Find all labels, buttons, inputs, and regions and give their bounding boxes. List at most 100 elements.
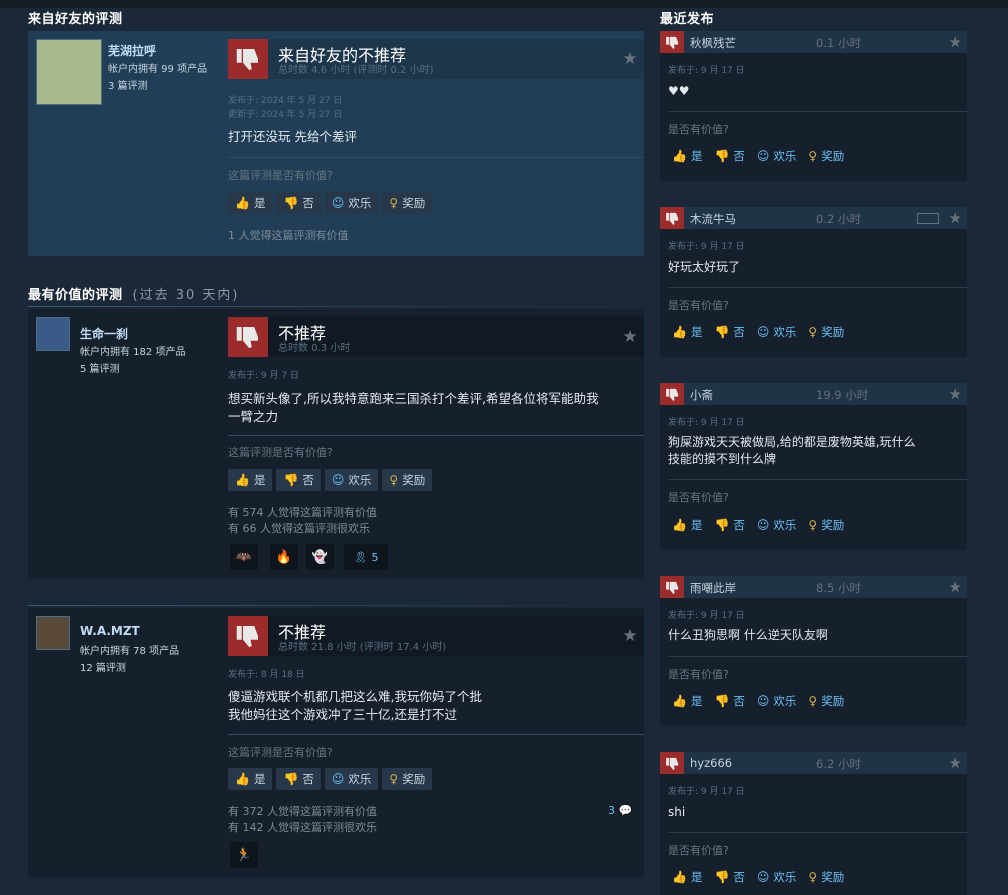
helpful-question: 是否有价值? — [668, 299, 729, 312]
award-icon: ♀ — [389, 473, 399, 487]
verdict-header[interactable]: 不推荐 总时数 0.3 小时 ★ — [228, 317, 644, 357]
author-reviews[interactable]: 3 篇评测 — [108, 78, 148, 95]
playtime: 0.1 小时 — [816, 36, 861, 50]
award-badge-icon[interactable]: 🦇 — [230, 544, 258, 570]
verdict-header[interactable]: 不推荐 总时数 21.8 小时 (评测时 17.4 小时) ★ — [228, 616, 644, 656]
vote-yes-button[interactable]: 👍 是 — [228, 192, 273, 214]
vote-buttons: 👍 是 👎 否 ☺ 欢乐 ♀ 奖励 — [668, 690, 848, 712]
star-icon[interactable]: ★ — [949, 754, 962, 772]
vote-yes-button[interactable]: 👍 是 — [668, 690, 706, 712]
star-icon[interactable]: ★ — [949, 33, 962, 51]
award-button[interactable]: ♀ 奖励 — [804, 866, 848, 888]
playtime: 总时数 4.6 小时 (评测时 0.2 小时) — [278, 65, 434, 76]
recent-review-header[interactable]: 小斋 19.9 小时 ★ — [660, 383, 967, 405]
author-name[interactable]: 秋枫残芒 — [690, 35, 736, 51]
avatar[interactable] — [36, 39, 102, 105]
author-name[interactable]: hyz666 — [690, 756, 732, 770]
author-reviews[interactable]: 12 篇评测 — [80, 660, 126, 677]
award-badge-icon[interactable]: 👻 — [306, 544, 334, 570]
vote-funny-button[interactable]: ☺ 欢乐 — [753, 690, 801, 712]
vote-no-button[interactable]: 👎 否 — [710, 514, 748, 536]
award-badge-icon[interactable]: 🔥 — [270, 544, 298, 570]
recent-review-card: 秋枫残芒 0.1 小时 ★ 发布于: 9 月 17 日 ♥♥ 是否有价值? 👍 是… — [660, 31, 967, 181]
award-icon: ♀ — [808, 325, 818, 339]
comment-count: 3 — [608, 804, 615, 817]
helpful-count: 有 372 人觉得这篇评测有价值有 142 人觉得这篇评测很欢乐 — [228, 804, 377, 836]
vote-funny-button[interactable]: ☺ 欢乐 — [753, 514, 801, 536]
verdict-header[interactable]: 来自好友的不推荐 总时数 4.6 小时 (评测时 0.2 小时) ★ — [228, 39, 644, 79]
author-name[interactable]: W.A.MZT — [80, 624, 140, 638]
star-icon[interactable]: ★ — [622, 628, 638, 645]
award-button[interactable]: ♀ 奖励 — [804, 145, 848, 167]
award-label: 奖励 — [821, 694, 845, 708]
award-count-badge[interactable]: 🎗 5 — [344, 544, 388, 570]
avatar[interactable] — [36, 317, 70, 351]
vote-yes-button[interactable]: 👍 是 — [228, 768, 273, 790]
posted-date: 发布于: 9 月 17 日 — [668, 418, 745, 428]
award-button[interactable]: ♀ 奖励 — [804, 514, 848, 536]
thumbs-down-icon: 👎 — [714, 325, 730, 339]
vote-funny-button[interactable]: ☺ 欢乐 — [753, 145, 801, 167]
award-label: 奖励 — [821, 518, 845, 532]
vote-no-button[interactable]: 👎 否 — [710, 145, 748, 167]
recent-review-header[interactable]: 秋枫残芒 0.1 小时 ★ — [660, 31, 967, 53]
vote-no-button[interactable]: 👎 否 — [276, 469, 321, 491]
thumbs-up-icon: 👍 — [235, 772, 250, 786]
award-label: 奖励 — [402, 473, 426, 487]
star-icon[interactable]: ★ — [949, 385, 962, 403]
author-name[interactable]: 芜湖拉呼 — [108, 42, 156, 59]
vote-funny-button[interactable]: ☺ 欢乐 — [324, 768, 379, 790]
vote-no-button[interactable]: 👎 否 — [276, 192, 321, 214]
vote-no-button[interactable]: 👎 否 — [710, 321, 748, 343]
author-products[interactable]: 帐户内拥有 99 项产品 — [108, 61, 207, 78]
thumbs-down-icon: 👎 — [714, 870, 730, 884]
author-reviews[interactable]: 5 篇评测 — [80, 361, 120, 378]
award-button[interactable]: ♀ 奖励 — [382, 768, 433, 790]
vote-no-button[interactable]: 👎 否 — [710, 866, 748, 888]
author-name[interactable]: 生命一刹 — [80, 325, 128, 342]
posted-date: 发布于: 9 月 17 日 — [668, 787, 745, 797]
vote-yes-button[interactable]: 👍 是 — [668, 145, 706, 167]
playtime: 19.9 小时 — [816, 388, 869, 402]
vote-funny-button[interactable]: ☺ 欢乐 — [324, 469, 379, 491]
award-button[interactable]: ♀ 奖励 — [804, 690, 848, 712]
star-icon[interactable]: ★ — [949, 209, 962, 227]
award-button[interactable]: ♀ 奖励 — [804, 321, 848, 343]
author-name[interactable]: 雨嘲此岸 — [690, 580, 736, 596]
comments-link[interactable]: 3 💬 — [608, 804, 632, 817]
thumbs-down-icon: 👎 — [283, 772, 299, 786]
helpful-question: 是否有价值? — [668, 491, 729, 504]
recent-review-header[interactable]: 木流牛马 0.2 小时 ★ — [660, 207, 967, 229]
author-products[interactable]: 帐户内拥有 182 项产品 — [80, 344, 185, 361]
playtime: 6.2 小时 — [816, 757, 861, 771]
star-icon[interactable]: ★ — [949, 578, 962, 596]
helpful-review-card: W.A.MZT 帐户内拥有 78 项产品 12 篇评测 不推荐 总时数 21.8… — [28, 608, 644, 878]
vote-no-button[interactable]: 👎 否 — [276, 768, 321, 790]
author-products[interactable]: 帐户内拥有 78 项产品 — [80, 643, 179, 660]
helpful-line: 有 372 人觉得这篇评测有价值 — [228, 805, 377, 818]
author-name[interactable]: 木流牛马 — [690, 211, 736, 227]
vote-funny-button[interactable]: ☺ 欢乐 — [753, 866, 801, 888]
vote-no-button[interactable]: 👎 否 — [710, 690, 748, 712]
award-button[interactable]: ♀ 奖励 — [382, 469, 433, 491]
helpful-count: 1 人觉得这篇评测有价值 — [228, 229, 349, 242]
star-icon[interactable]: ★ — [622, 51, 638, 68]
vote-yes-button[interactable]: 👍 是 — [668, 321, 706, 343]
recent-review-header[interactable]: hyz666 6.2 小时 ★ — [660, 752, 967, 774]
thumbs-down-icon: 👎 — [714, 149, 730, 163]
star-icon[interactable]: ★ — [622, 329, 638, 346]
avatar[interactable] — [36, 616, 70, 650]
award-badge-icon[interactable]: 🏃 — [230, 842, 258, 868]
yes-label: 是 — [690, 149, 703, 163]
vote-yes-button[interactable]: 👍 是 — [668, 514, 706, 536]
award-button[interactable]: ♀ 奖励 — [382, 192, 433, 214]
vote-yes-button[interactable]: 👍 是 — [228, 469, 273, 491]
thumbs-up-icon: 👍 — [672, 694, 687, 708]
funny-label: 欢乐 — [773, 870, 797, 884]
award-count: 5 — [371, 550, 379, 564]
author-name[interactable]: 小斋 — [690, 387, 713, 403]
vote-funny-button[interactable]: ☺ 欢乐 — [753, 321, 801, 343]
vote-yes-button[interactable]: 👍 是 — [668, 866, 706, 888]
recent-review-header[interactable]: 雨嘲此岸 8.5 小时 ★ — [660, 576, 967, 598]
vote-funny-button[interactable]: ☺ 欢乐 — [324, 192, 379, 214]
